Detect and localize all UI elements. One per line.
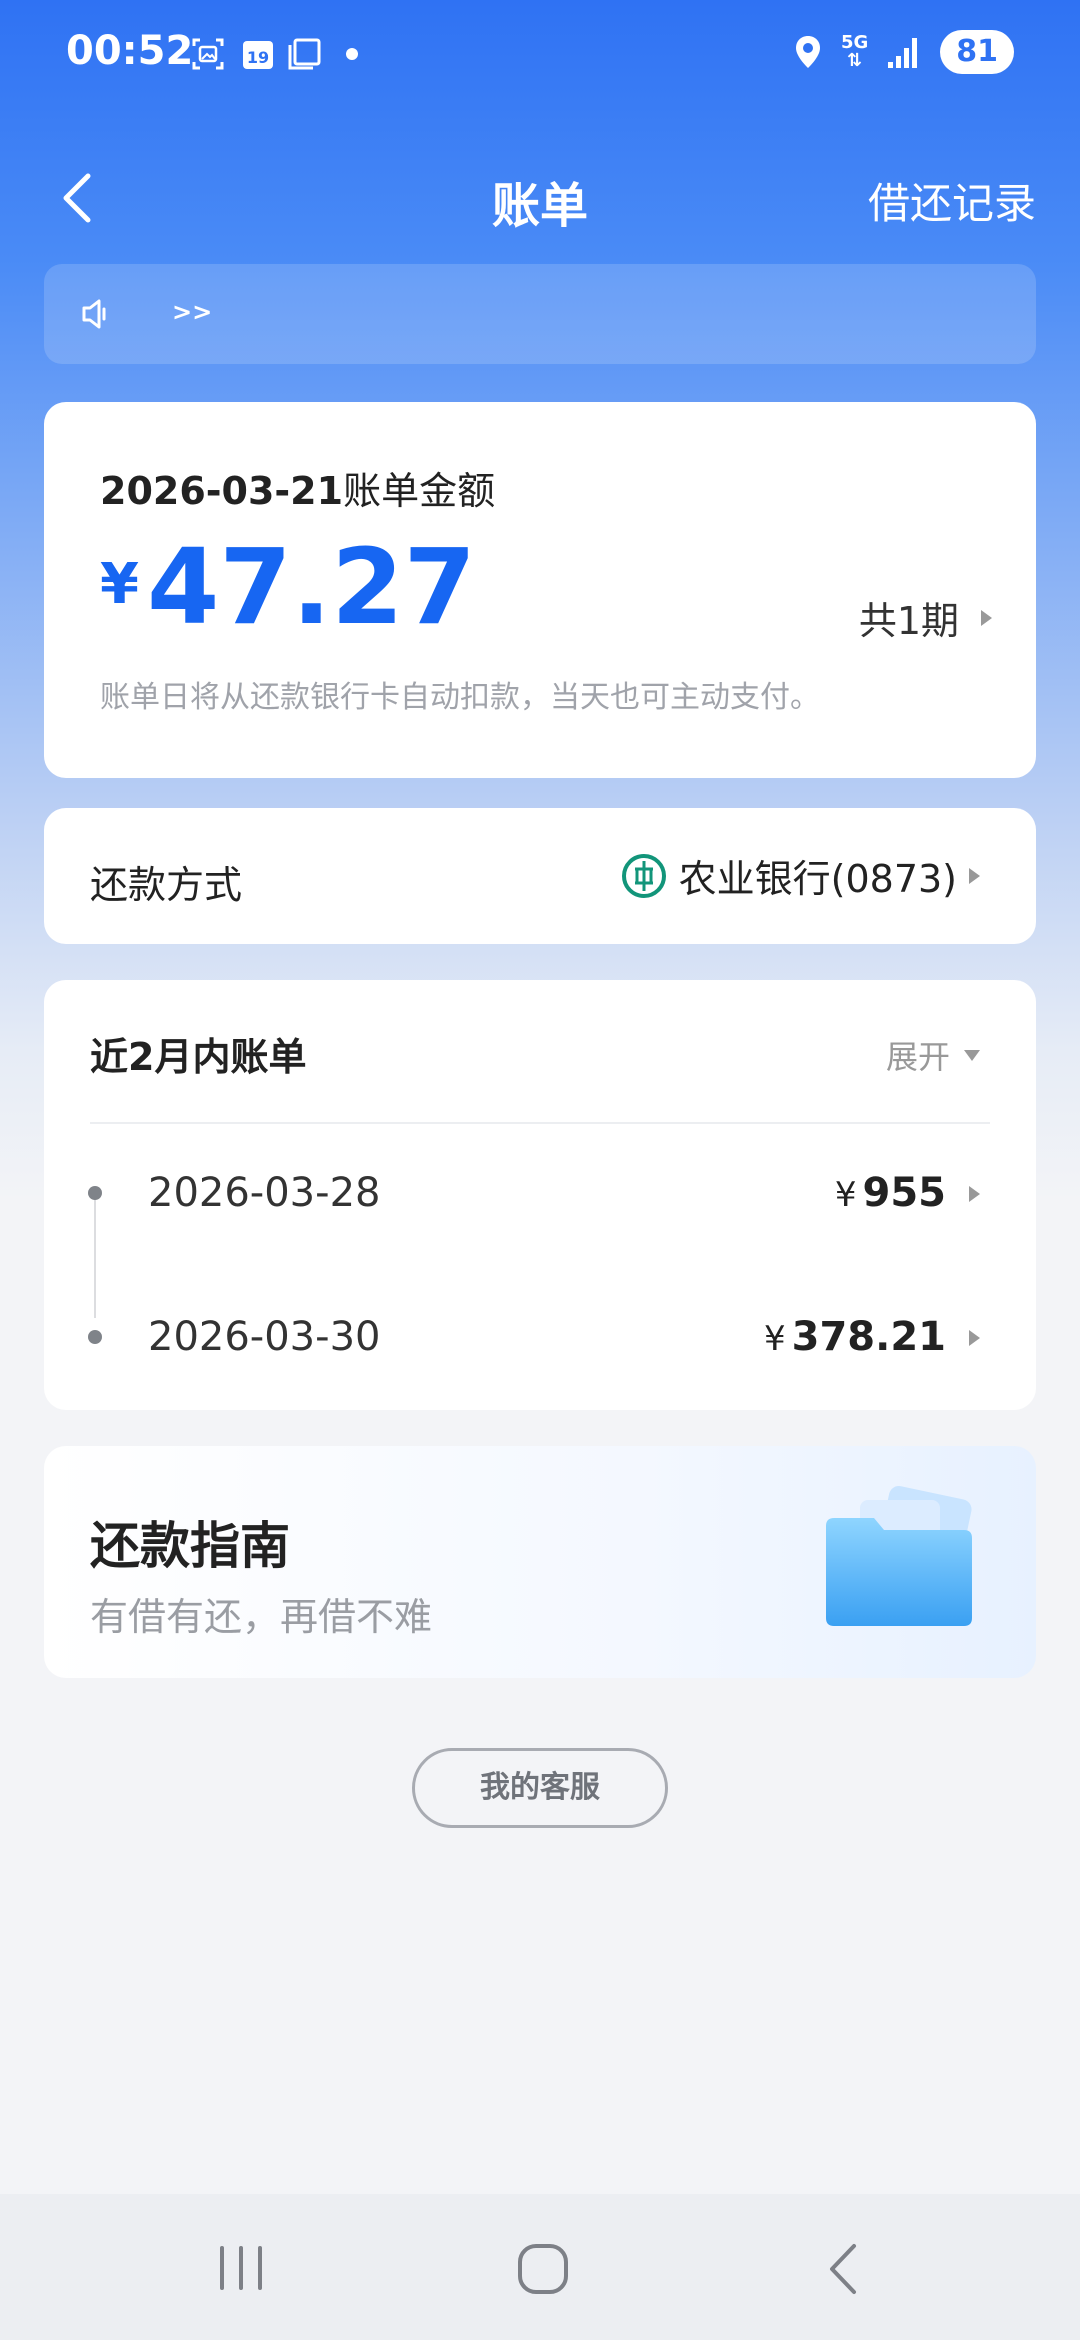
- repayment-method-label: 还款方式: [90, 863, 243, 907]
- status-bar: 00:52 19 5G ⇅ 81: [0, 0, 1080, 110]
- customer-service-button[interactable]: 我的客服: [412, 1748, 668, 1828]
- announcement-bar[interactable]: >>: [44, 264, 1036, 364]
- guide-subtitle: 有借有还，再借不难: [90, 1595, 433, 1639]
- timeline-dot: [88, 1330, 102, 1344]
- bill-title: 2026-03-21账单金额: [100, 460, 495, 515]
- expand-label: 展开: [885, 1038, 950, 1076]
- guide-title: 还款指南: [90, 1517, 290, 1575]
- battery-indicator: 81: [940, 30, 1014, 74]
- network-indicator: 5G ⇅: [841, 34, 868, 70]
- home-icon[interactable]: [508, 2234, 578, 2304]
- repayment-bank[interactable]: 农业银行(0873): [621, 848, 980, 903]
- status-time: 00:52: [66, 28, 194, 74]
- loan-records-link[interactable]: 借还记录: [868, 170, 1036, 231]
- bill-amount-value: 47.27: [146, 526, 476, 648]
- data-arrows-icon: ⇅: [847, 50, 863, 71]
- bill-item-amount-value: 955: [862, 1170, 947, 1216]
- repayment-bank-name: 农业银行(0873): [678, 857, 957, 901]
- navigation-bar: 账单 借还记录: [0, 150, 1080, 250]
- bill-title-suffix: 账单金额: [343, 469, 496, 513]
- bill-item-currency: ¥: [764, 1319, 786, 1359]
- announcement-more[interactable]: >>: [172, 298, 212, 326]
- bill-item-date: 2026-03-28: [148, 1170, 381, 1216]
- bill-list-item[interactable]: 2026-03-28 ¥955: [44, 1152, 1036, 1232]
- recent-bills-card: 近2月内账单 展开 2026-03-28 ¥955 2026-03-30 ¥37…: [44, 980, 1036, 1410]
- abc-bank-icon: [621, 853, 666, 898]
- signal-icon: [888, 38, 918, 68]
- chevron-right-icon: [981, 609, 992, 626]
- status-right: 5G ⇅ 81: [793, 30, 1014, 74]
- bill-periods-link[interactable]: 共1期: [859, 590, 992, 645]
- bill-item-amount: ¥955: [835, 1170, 946, 1216]
- chevron-right-icon: [969, 1330, 980, 1346]
- bill-periods: 共1期: [858, 599, 959, 643]
- bill-date: 2026-03-21: [100, 469, 344, 513]
- recent-bills-title: 近2月内账单: [90, 1035, 307, 1079]
- screenshot-icon: [192, 38, 224, 70]
- repayment-method-card[interactable]: 还款方式 农业银行(0873): [44, 808, 1036, 944]
- current-bill-card[interactable]: 2026-03-21账单金额 ¥47.27 共1期 账单日将从还款银行卡自动扣款…: [44, 402, 1036, 778]
- system-navigation-bar: [0, 2194, 1080, 2340]
- chevron-down-icon: [964, 1049, 980, 1061]
- folder-icon: [826, 1486, 972, 1626]
- bill-item-amount-value: 378.21: [791, 1314, 946, 1360]
- calendar-icon: 19: [243, 41, 273, 69]
- bill-note: 账单日将从还款银行卡自动扣款，当天也可主动支付。: [100, 680, 820, 715]
- divider: [90, 1122, 990, 1124]
- bill-list-item[interactable]: 2026-03-30 ¥378.21: [44, 1296, 1036, 1376]
- bill-amount: ¥47.27: [100, 526, 476, 648]
- location-icon: [795, 36, 820, 68]
- bill-item-amount: ¥378.21: [764, 1314, 946, 1360]
- notification-dot: [346, 48, 358, 60]
- system-back-icon[interactable]: [810, 2234, 880, 2304]
- chevron-right-icon: [969, 867, 980, 884]
- bill-item-currency: ¥: [834, 1175, 857, 1215]
- recent-apps-icon[interactable]: [206, 2234, 276, 2304]
- timeline-dot: [88, 1186, 102, 1200]
- chevron-right-icon: [969, 1186, 980, 1202]
- bill-currency: ¥: [100, 552, 139, 617]
- calendar-day: 19: [247, 48, 269, 67]
- copy-icon: [288, 38, 321, 70]
- repayment-guide-card[interactable]: 还款指南 有借有还，再借不难: [44, 1446, 1036, 1678]
- speaker-icon: [82, 299, 106, 329]
- bill-item-date: 2026-03-30: [148, 1314, 381, 1360]
- expand-button[interactable]: 展开: [886, 1032, 980, 1078]
